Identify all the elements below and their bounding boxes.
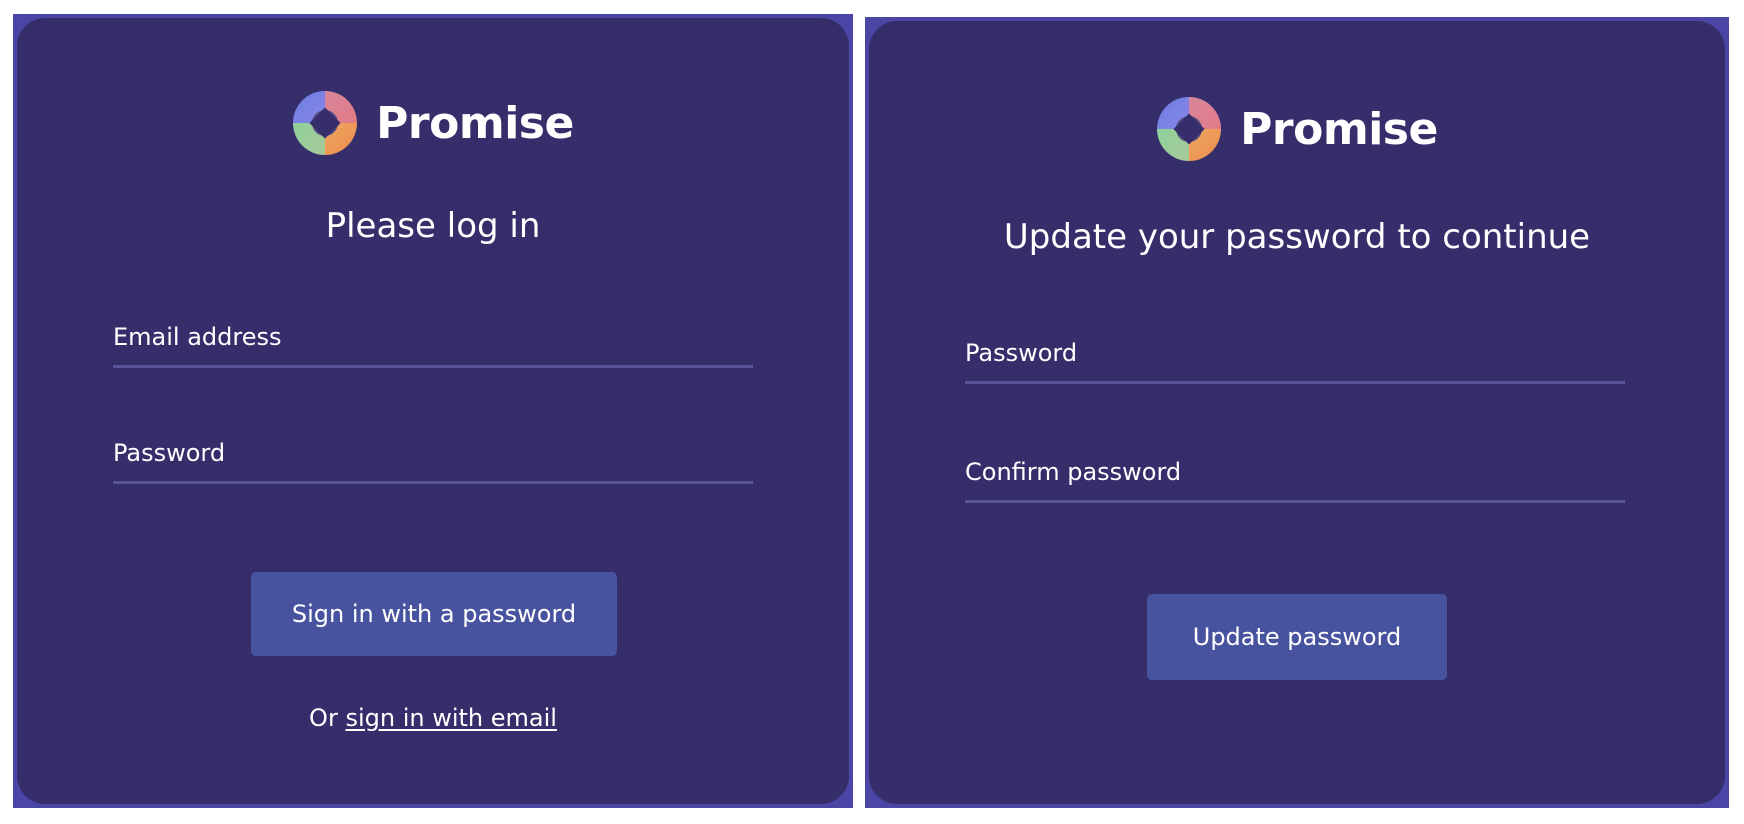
confirm-password-input[interactable]: [965, 458, 1625, 486]
update-card: Promise Update your password to continue…: [869, 21, 1725, 804]
brand-name: Promise: [1240, 103, 1438, 155]
confirm-password-field[interactable]: [965, 443, 1625, 503]
password-field[interactable]: [113, 424, 753, 484]
login-panel-frame: Promise Please log in Sign in with a pas…: [13, 14, 853, 808]
new-password-field[interactable]: [965, 324, 1625, 384]
new-password-input[interactable]: [965, 339, 1625, 367]
update-password-button[interactable]: Update password: [1147, 594, 1447, 680]
sign-in-email-link[interactable]: sign in with email: [345, 704, 557, 732]
update-panel-frame: Promise Update your password to continue…: [865, 17, 1729, 808]
alt-signin-line: Or sign in with email: [17, 704, 849, 732]
page-title: Update your password to continue: [1003, 217, 1591, 257]
email-input[interactable]: [113, 323, 753, 351]
sign-in-password-button[interactable]: Sign in with a password: [251, 572, 617, 656]
promise-logo-icon: [1156, 96, 1222, 162]
page-title: Please log in: [325, 206, 541, 246]
promise-logo-icon: [292, 90, 358, 156]
brand: Promise: [17, 90, 849, 156]
alt-signin-prefix: Or: [309, 704, 338, 732]
email-field[interactable]: [113, 308, 753, 368]
brand: Promise: [869, 96, 1725, 162]
brand-name: Promise: [376, 97, 574, 149]
login-card: Promise Please log in Sign in with a pas…: [17, 18, 849, 804]
password-input[interactable]: [113, 439, 753, 467]
